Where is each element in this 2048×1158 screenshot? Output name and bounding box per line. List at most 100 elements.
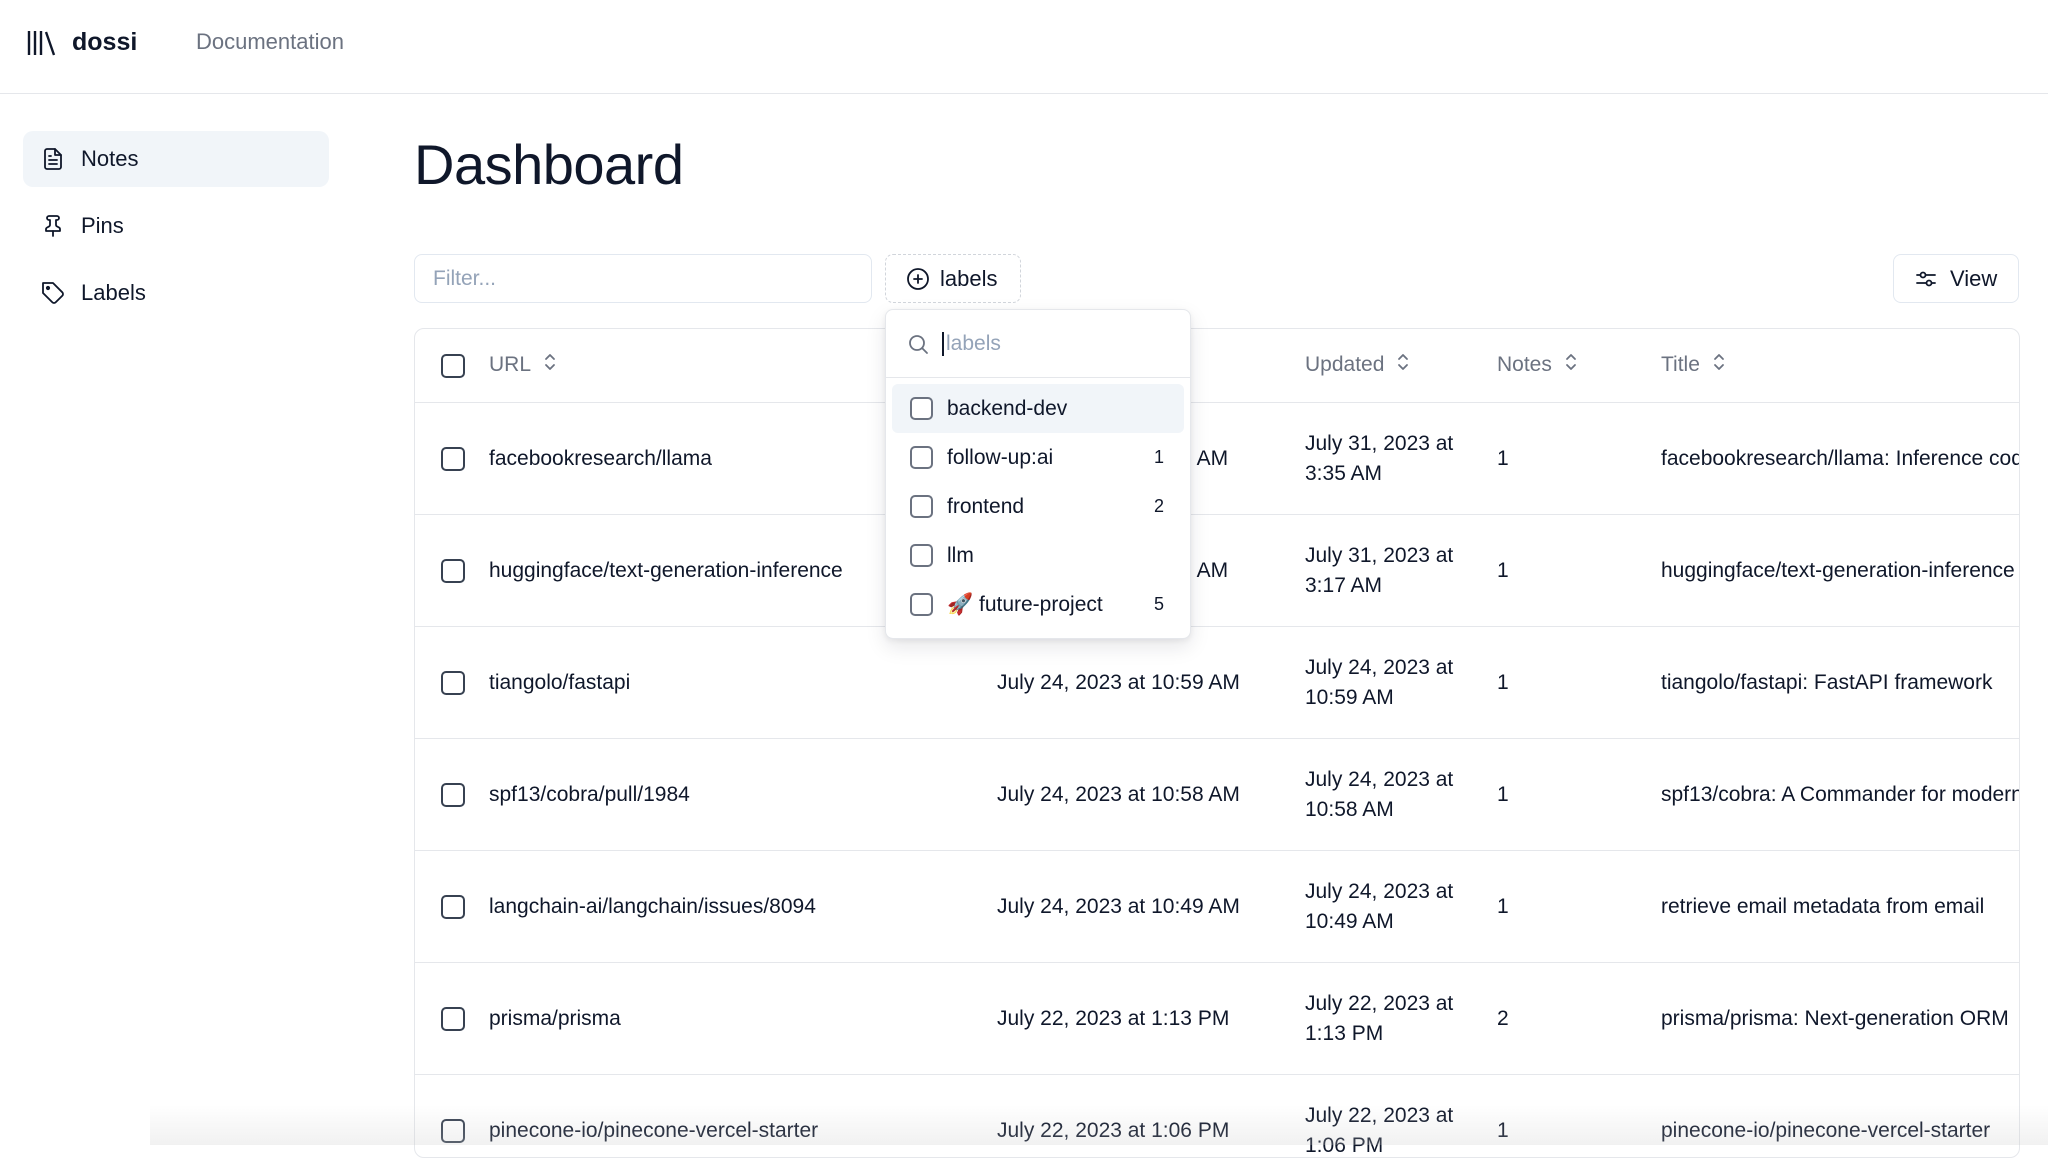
cell-notes: 1 [1497, 447, 1509, 470]
search-icon [909, 334, 928, 354]
label-option-backend-dev[interactable]: backend-dev [892, 384, 1184, 433]
label-option-count: 1 [1153, 447, 1164, 467]
labels-option-list: backend-dev follow-up:ai 1 frontend 2 ll… [886, 378, 1190, 635]
cell-notes: 1 [1497, 559, 1509, 582]
column-header-label: Notes [1497, 353, 1552, 376]
view-button[interactable]: View [1893, 254, 2019, 303]
sidebar-item-notes[interactable]: Notes [23, 131, 329, 187]
label-option-future-project[interactable]: 🚀 future-project 5 [892, 580, 1184, 629]
sliders-icon [1916, 271, 1936, 286]
sidebar-item-labels[interactable]: Labels [23, 265, 329, 321]
cell-updated: July 31, 2023 at 3:17 AM [1305, 544, 1454, 597]
app-name: dossi [72, 28, 138, 56]
cell-notes: 1 [1497, 671, 1509, 694]
label-option-text: backend-dev [947, 396, 1068, 420]
cell-url[interactable]: spf13/cobra/pull/1984 [489, 739, 909, 851]
table-row[interactable]: tiangolo/fastapi July 24, 2023 at 10:59 … [415, 627, 2019, 739]
labels-dropdown: backend-dev follow-up:ai 1 frontend 2 ll… [885, 309, 1191, 639]
cell-title: spf13/cobra: A Commander for modern Go [1661, 783, 2020, 806]
cell-url[interactable]: prisma/prisma [489, 963, 909, 1075]
cell-url[interactable]: langchain-ai/langchain/issues/8094 [489, 851, 909, 963]
brand[interactable]: dossi [26, 28, 137, 57]
column-header-updated[interactable]: Updated [1305, 353, 1410, 377]
select-all-checkbox[interactable] [441, 354, 465, 378]
sort-icon [1396, 353, 1410, 377]
sidebar-item-label: Labels [81, 280, 146, 305]
label-option-frontend[interactable]: frontend 2 [892, 482, 1184, 531]
sort-icon [1564, 353, 1578, 377]
labels-search-input[interactable] [942, 331, 1162, 356]
documentation-link[interactable]: Documentation [196, 29, 344, 55]
label-checkbox[interactable] [910, 593, 933, 616]
document-icon [44, 148, 62, 170]
sidebar-item-pins[interactable]: Pins [23, 198, 329, 254]
column-header-url[interactable]: URL [489, 353, 557, 377]
cell-title: prisma/prisma: Next-generation ORM [1661, 1007, 2009, 1030]
cell-updated: July 24, 2023 at 10:58 AM [1305, 768, 1454, 821]
cell-url[interactable]: pinecone-io/pinecone-vercel-starter [489, 1075, 909, 1157]
view-button-label: View [1950, 265, 1998, 291]
row-checkbox[interactable] [441, 783, 465, 807]
cell-updated: July 31, 2023 at 3:35 AM [1305, 432, 1454, 485]
cell-title: pinecone-io/pinecone-vercel-starter [1661, 1119, 1991, 1142]
label-checkbox[interactable] [910, 495, 933, 518]
table-row[interactable]: langchain-ai/langchain/issues/8094 July … [415, 851, 2019, 963]
cell-created: July 24, 2023 at 10:49 AM [997, 895, 1240, 918]
page-title: Dashboard [414, 133, 684, 196]
cell-updated: July 24, 2023 at 10:49 AM [1305, 880, 1454, 933]
sort-icon [1712, 353, 1726, 377]
label-option-text: frontend [947, 494, 1025, 518]
label-checkbox[interactable] [910, 446, 933, 469]
plus-circle-icon [907, 267, 929, 290]
cell-updated: July 24, 2023 at 10:59 AM [1305, 656, 1454, 709]
label-checkbox[interactable] [910, 397, 933, 420]
labels-filter-button[interactable]: labels [885, 254, 1021, 303]
row-checkbox[interactable] [441, 895, 465, 919]
cell-title: tiangolo/fastapi: FastAPI framework [1661, 671, 1993, 694]
row-checkbox[interactable] [441, 447, 465, 471]
cell-title: retrieve email metadata from email [1661, 895, 1985, 918]
column-header-notes[interactable]: Notes [1497, 353, 1578, 377]
cell-created: July 24, 2023 at 10:59 AM [997, 671, 1240, 694]
row-checkbox[interactable] [441, 559, 465, 583]
label-option-count: 2 [1153, 496, 1164, 516]
column-header-label: Updated [1305, 353, 1385, 376]
table-row[interactable]: prisma/prisma July 22, 2023 at 1:13 PM J… [415, 963, 2019, 1075]
label-checkbox[interactable] [910, 544, 933, 567]
sort-icon [543, 353, 557, 377]
cell-url[interactable]: huggingface/text-generation-inference [489, 515, 909, 627]
table-row[interactable]: pinecone-io/pinecone-vercel-starter July… [415, 1075, 2019, 1157]
tag-icon [42, 282, 64, 304]
cell-notes: 1 [1497, 1119, 1509, 1142]
cell-notes: 2 [1497, 1007, 1509, 1030]
row-checkbox[interactable] [441, 1119, 465, 1143]
row-checkbox[interactable] [441, 1007, 465, 1031]
table-header: URL Updated Notes Title [415, 329, 2019, 403]
table-row[interactable]: facebookresearch/llama July 31, 2023 at … [415, 403, 2019, 515]
label-option-text: follow-up:ai [947, 445, 1054, 469]
label-option-follow-up-ai[interactable]: follow-up:ai 1 [892, 433, 1184, 482]
cell-url[interactable]: tiangolo/fastapi [489, 627, 909, 739]
sidebar-item-label: Pins [81, 213, 124, 238]
cell-created: July 24, 2023 at 10:58 AM [997, 783, 1240, 806]
cell-created: July 22, 2023 at 1:13 PM [997, 1007, 1230, 1030]
row-checkbox[interactable] [441, 671, 465, 695]
table-row[interactable]: huggingface/text-generation-inference Ju… [415, 515, 2019, 627]
library-icon [27, 30, 56, 55]
cell-updated: July 22, 2023 at 1:13 PM [1305, 992, 1454, 1045]
label-option-llm[interactable]: llm [892, 531, 1184, 580]
pin-icon [45, 215, 61, 237]
table-row[interactable]: spf13/cobra/pull/1984 July 24, 2023 at 1… [415, 739, 2019, 851]
column-header-label: URL [489, 353, 532, 376]
filter-input[interactable] [414, 254, 872, 303]
column-header-label: Title [1661, 353, 1700, 376]
top-bar: dossi Documentation [0, 0, 2048, 94]
sidebar-item-label: Notes [81, 146, 139, 171]
cell-url[interactable]: facebookresearch/llama [489, 403, 909, 515]
column-header-title[interactable]: Title [1661, 353, 1726, 377]
cell-created: July 22, 2023 at 1:06 PM [997, 1119, 1230, 1142]
notes-table: URL Updated Notes Title facebookresearch… [414, 328, 2020, 1158]
cell-title: huggingface/text-generation-inference [1661, 559, 2015, 582]
sidebar: Notes Pins Labels [23, 131, 329, 332]
cell-notes: 1 [1497, 783, 1509, 806]
